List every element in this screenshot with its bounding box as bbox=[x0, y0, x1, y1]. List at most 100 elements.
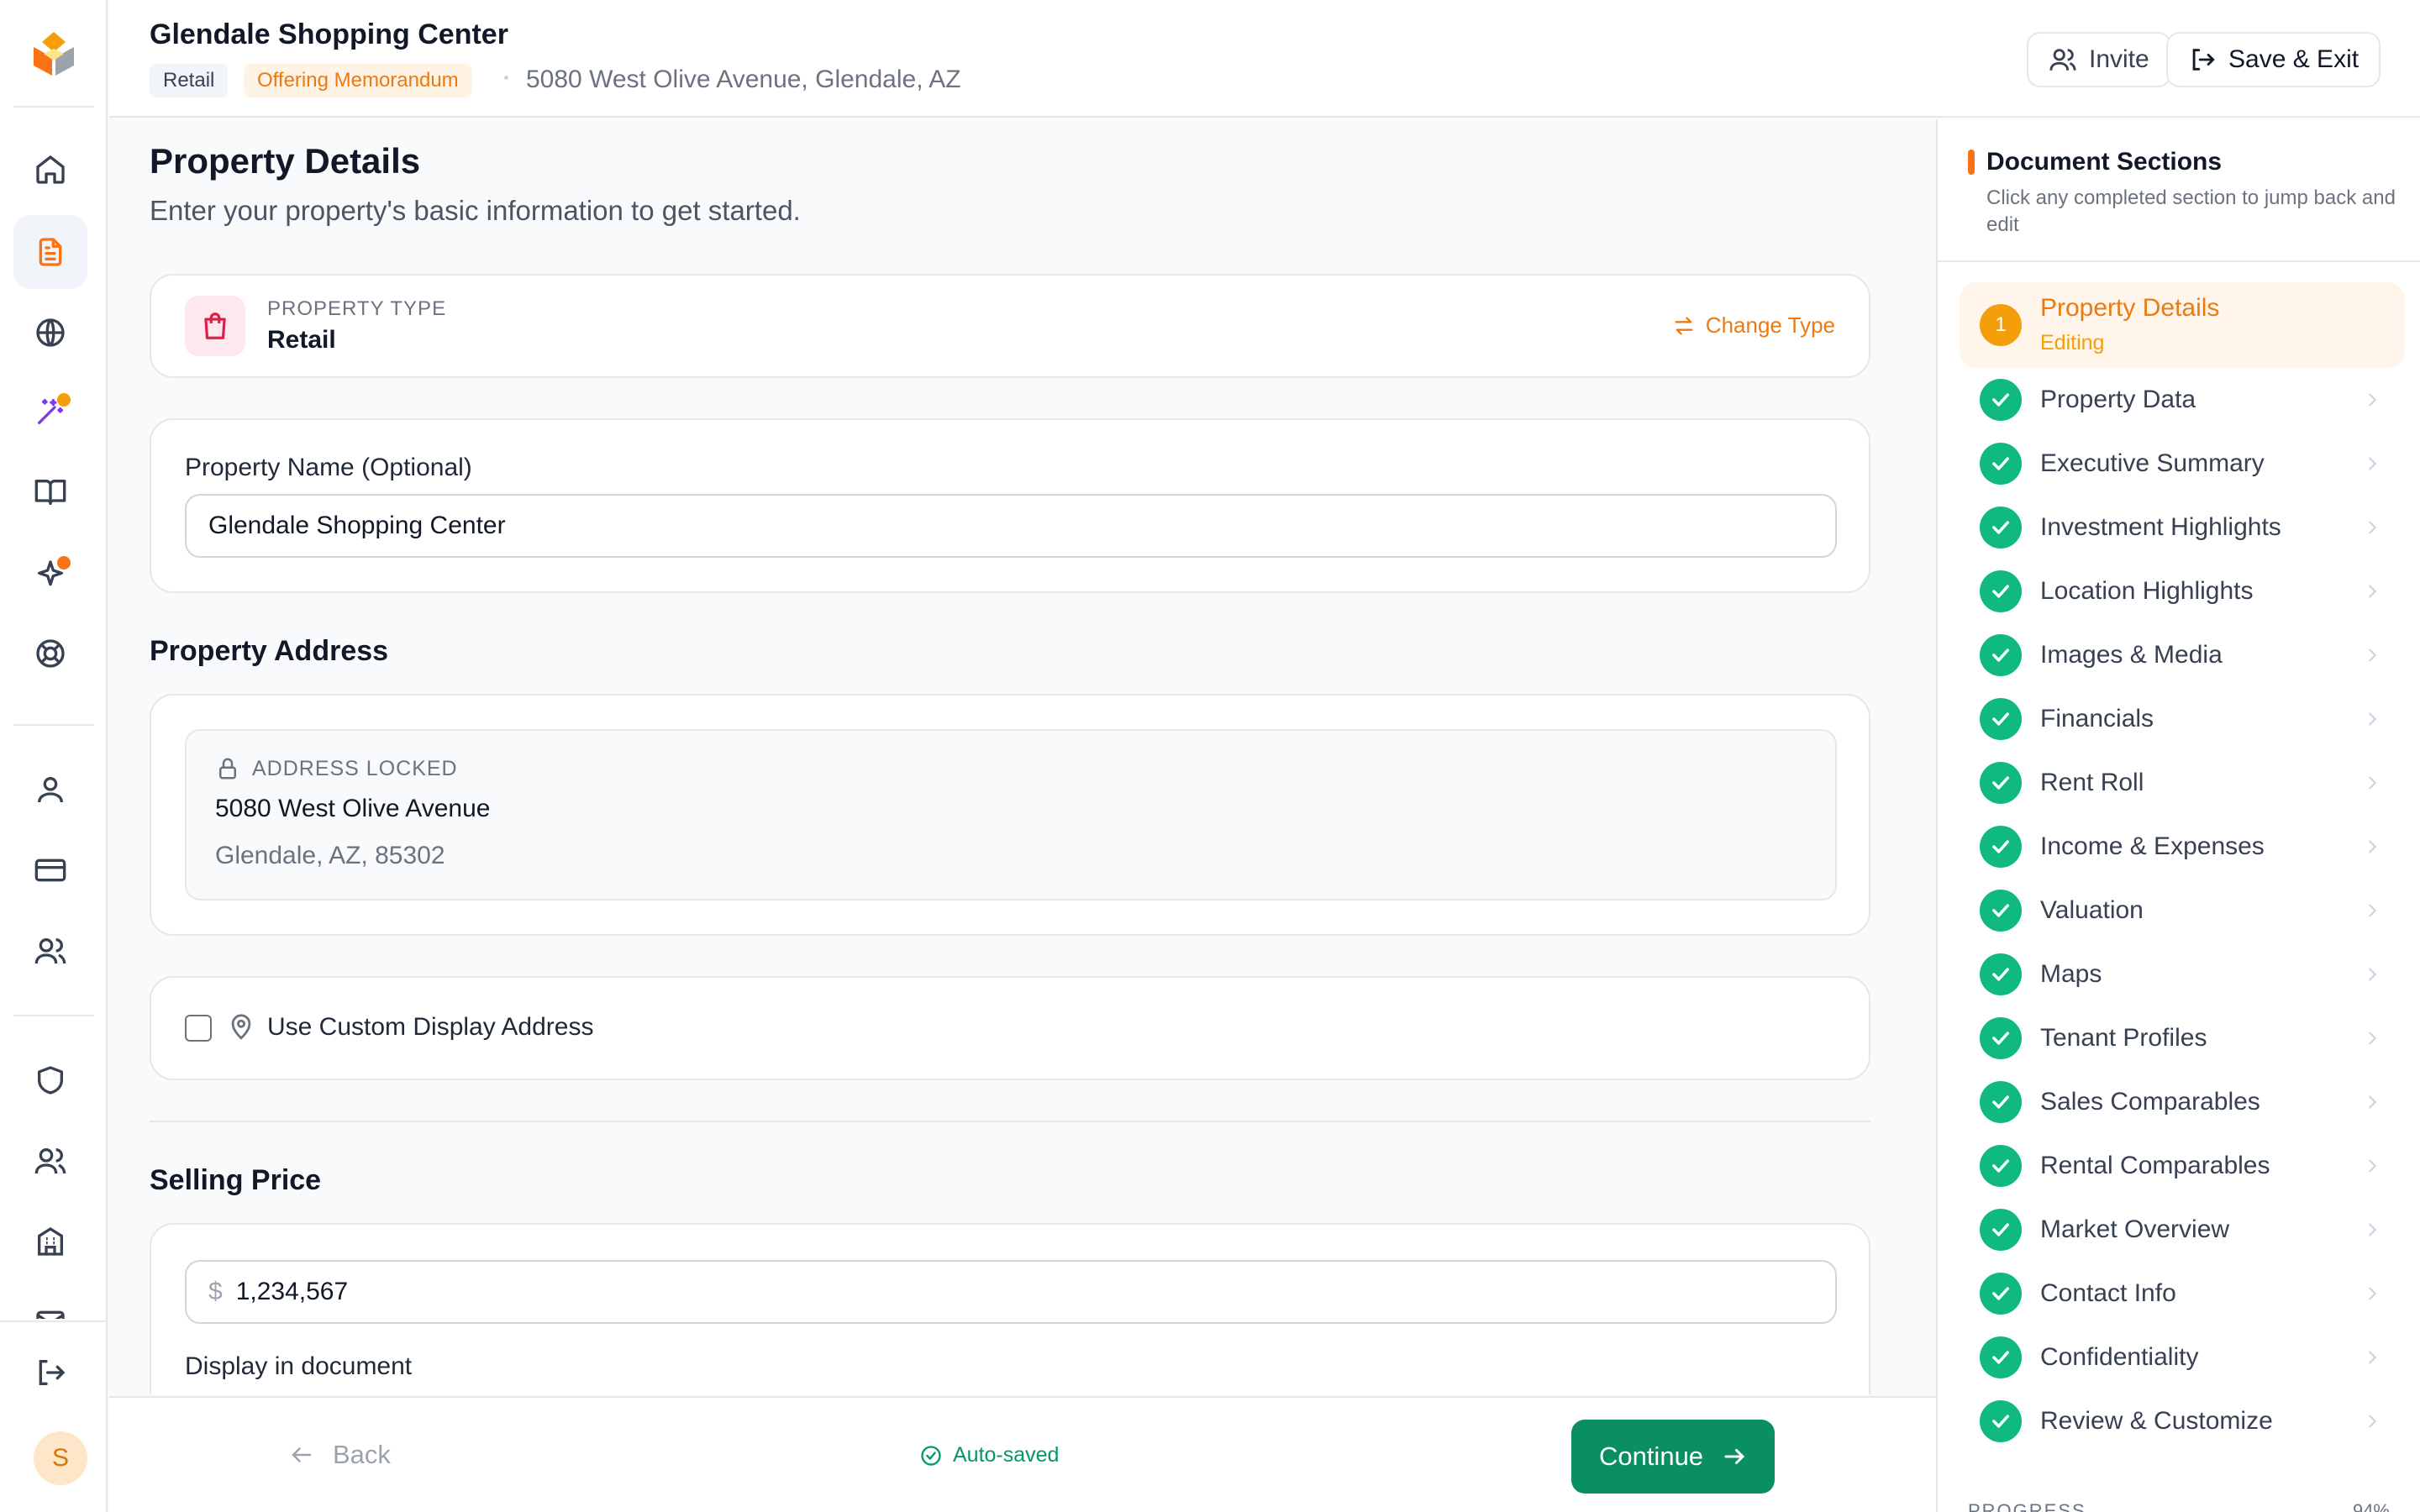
section-item-label: Rent Roll bbox=[2040, 769, 2144, 796]
map-pin-icon bbox=[227, 1013, 255, 1042]
section-item[interactable]: Property Data bbox=[1960, 368, 2405, 432]
section-item-label: Valuation bbox=[2040, 896, 2144, 924]
section-item[interactable]: Market Overview bbox=[1960, 1198, 2405, 1262]
check-icon bbox=[1980, 1081, 2022, 1123]
app-logo[interactable] bbox=[29, 29, 79, 79]
nav-billing[interactable] bbox=[13, 833, 87, 907]
nav-mail[interactable] bbox=[13, 1285, 87, 1319]
selling-price-input[interactable]: $ 1,234,567 bbox=[185, 1260, 1837, 1324]
section-item[interactable]: Rent Roll bbox=[1960, 751, 2405, 815]
progress-label: PROGRESS bbox=[1968, 1500, 2086, 1512]
section-item[interactable]: Contact Info bbox=[1960, 1262, 2405, 1326]
nav-users[interactable] bbox=[13, 914, 87, 988]
back-button[interactable]: Back bbox=[289, 1440, 391, 1470]
section-item[interactable]: Confidentiality bbox=[1960, 1326, 2405, 1389]
save-exit-button[interactable]: Save & Exit bbox=[2166, 32, 2381, 87]
change-type-button[interactable]: Change Type bbox=[1672, 312, 1835, 339]
section-item[interactable]: Location Highlights bbox=[1960, 559, 2405, 623]
section-item-label: Rental Comparables bbox=[2040, 1152, 2270, 1179]
address-line1: 5080 West Olive Avenue bbox=[215, 795, 491, 822]
main-content[interactable]: Property Details Enter your property's b… bbox=[109, 119, 1936, 1394]
section-item[interactable]: Income & Expenses bbox=[1960, 815, 2405, 879]
custom-address-checkbox[interactable] bbox=[185, 1015, 212, 1042]
section-item[interactable]: Valuation bbox=[1960, 879, 2405, 942]
nav-ai-tools[interactable] bbox=[13, 375, 87, 449]
section-item[interactable]: Review & Customize bbox=[1960, 1389, 2405, 1453]
nav-home[interactable] bbox=[13, 133, 87, 207]
section-item-label: Executive Summary bbox=[2040, 449, 2265, 477]
notification-dot bbox=[57, 556, 71, 570]
user-icon bbox=[34, 773, 67, 806]
logout-button[interactable] bbox=[13, 1336, 87, 1410]
nav-globe[interactable] bbox=[13, 296, 87, 370]
property-type-card: PROPERTY TYPE Retail Change Type bbox=[150, 274, 1870, 378]
document-type-chip: Offering Memorandum bbox=[244, 64, 472, 97]
mail-icon bbox=[34, 1305, 67, 1319]
separator-dot bbox=[504, 76, 508, 80]
users-icon bbox=[2049, 45, 2077, 74]
property-name-value: Glendale Shopping Center bbox=[208, 512, 506, 539]
credit-card-icon bbox=[34, 853, 67, 887]
check-icon bbox=[1980, 698, 2022, 740]
home-icon bbox=[34, 153, 67, 186]
logout-icon bbox=[34, 1356, 67, 1389]
section-item-label: Confidentiality bbox=[2040, 1343, 2199, 1371]
continue-button[interactable]: Continue bbox=[1571, 1420, 1775, 1494]
nav-library[interactable] bbox=[13, 455, 87, 529]
section-item[interactable]: Images & Media bbox=[1960, 623, 2405, 687]
section-item[interactable]: Investment Highlights bbox=[1960, 496, 2405, 559]
nav-team[interactable] bbox=[13, 1124, 87, 1198]
page-subtitle: Enter your property's basic information … bbox=[150, 195, 801, 226]
sidebar-divider bbox=[13, 106, 94, 108]
address-card: ADDRESS LOCKED 5080 West Olive Avenue Gl… bbox=[150, 694, 1870, 936]
document-sections-panel: Document Sections Click any completed se… bbox=[1936, 119, 2420, 1512]
section-item[interactable]: Sales Comparables bbox=[1960, 1070, 2405, 1134]
nav-highlights[interactable] bbox=[13, 538, 87, 612]
nav-security[interactable] bbox=[13, 1043, 87, 1117]
change-type-label: Change Type bbox=[1705, 312, 1835, 338]
section-item-label: Property Details bbox=[2040, 294, 2220, 322]
sections-subtitle: Click any completed section to jump back… bbox=[1986, 186, 2396, 236]
section-item-active[interactable]: 1 Property Details Editing bbox=[1960, 282, 2405, 368]
sections-title: Document Sections bbox=[1986, 148, 2223, 176]
section-item-label: Maps bbox=[2040, 960, 2102, 988]
nav-documents[interactable] bbox=[13, 215, 87, 289]
custom-address-label[interactable]: Use Custom Display Address bbox=[267, 1013, 593, 1042]
check-icon bbox=[1980, 1209, 2022, 1251]
sections-list: 1 Property Details Editing Property Data… bbox=[1960, 282, 2405, 1453]
chevron-right-icon bbox=[2363, 774, 2381, 792]
chevron-right-icon bbox=[2363, 1029, 2381, 1047]
address-locked-label: ADDRESS LOCKED bbox=[215, 756, 458, 781]
header-address: 5080 West Olive Avenue, Glendale, AZ bbox=[526, 66, 961, 93]
section-item[interactable]: Maps bbox=[1960, 942, 2405, 1006]
document-title: Glendale Shopping Center bbox=[150, 18, 508, 50]
check-icon bbox=[1980, 826, 2022, 868]
user-avatar[interactable]: S bbox=[34, 1431, 87, 1485]
chevron-right-icon bbox=[2363, 901, 2381, 920]
check-icon bbox=[1980, 443, 2022, 485]
address-line2: Glendale, AZ, 85302 bbox=[215, 842, 445, 869]
property-type-chip: Retail bbox=[150, 64, 229, 97]
section-item[interactable]: Financials bbox=[1960, 687, 2405, 751]
display-in-document-label: Display in document bbox=[185, 1352, 413, 1380]
chevron-right-icon bbox=[2363, 1412, 2381, 1431]
property-name-input[interactable]: Glendale Shopping Center bbox=[185, 494, 1837, 558]
check-icon bbox=[1980, 1145, 2022, 1187]
chevron-right-icon bbox=[2363, 391, 2381, 409]
section-item-status: Editing bbox=[2040, 331, 2105, 354]
section-item-label: Financials bbox=[2040, 705, 2154, 732]
nav-profile[interactable] bbox=[13, 753, 87, 827]
invite-button[interactable]: Invite bbox=[2027, 32, 2171, 87]
section-item[interactable]: Rental Comparables bbox=[1960, 1134, 2405, 1198]
nav-support[interactable] bbox=[13, 617, 87, 690]
chevron-right-icon bbox=[2363, 710, 2381, 728]
exit-icon bbox=[2188, 45, 2217, 74]
sidebar-divider bbox=[13, 724, 94, 726]
top-bar: Glendale Shopping Center Retail Offering… bbox=[109, 0, 2420, 118]
section-item[interactable]: Executive Summary bbox=[1960, 432, 2405, 496]
nav-properties[interactable] bbox=[13, 1205, 87, 1278]
custom-address-card: Use Custom Display Address bbox=[150, 976, 1870, 1080]
app-sidebar: S bbox=[0, 0, 108, 1512]
section-item[interactable]: Tenant Profiles bbox=[1960, 1006, 2405, 1070]
check-icon bbox=[1980, 890, 2022, 932]
